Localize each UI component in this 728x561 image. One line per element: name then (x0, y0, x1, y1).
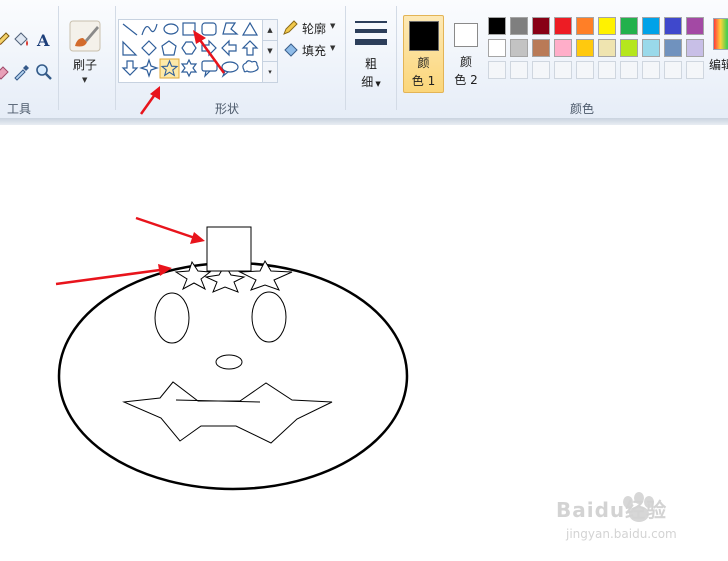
watermark-brand: Baidu经验 (556, 498, 668, 522)
ribbon-annotations (139, 30, 226, 115)
face-outline (57, 261, 409, 491)
red-arrow-to-rectangle (193, 30, 226, 74)
watermark-url: jingyan.baidu.com (566, 527, 677, 541)
red-arrow-to-star (139, 86, 160, 115)
left-eye (154, 292, 190, 344)
mouth-shape (122, 381, 333, 444)
red-arrow-to-square (135, 216, 205, 244)
right-eye (251, 291, 287, 343)
hat-star-left (174, 260, 212, 291)
nose (215, 354, 243, 370)
hat-square (206, 226, 252, 272)
baidu-watermark: Baidu经验 jingyan.baidu.com (556, 488, 726, 548)
